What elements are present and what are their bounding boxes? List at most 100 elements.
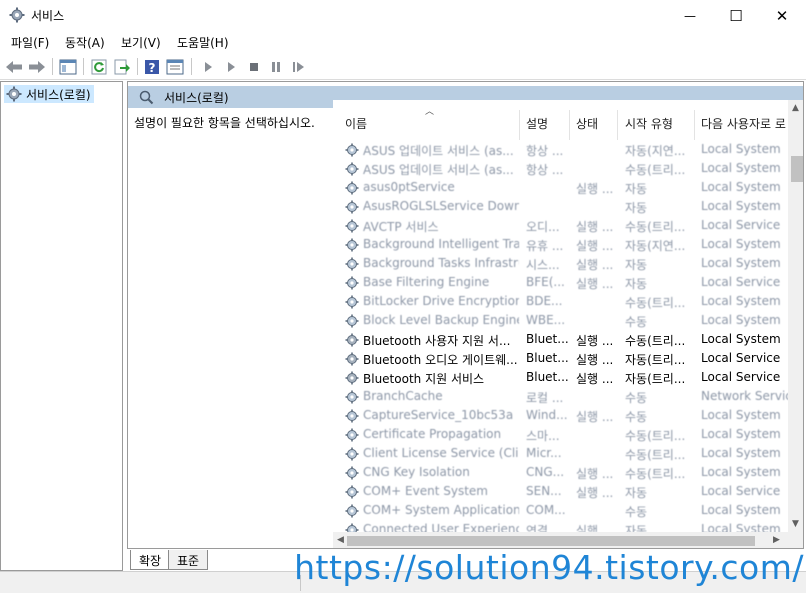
service-row[interactable]: CNG Key Isolation CNG... 실행 ... 수동(트리... Loc… [333,463,783,482]
service-row[interactable]: Bluetooth 사용자 지원 서... Bluet... 실행 ... 수동(트리… [333,330,783,349]
scroll-right-icon[interactable]: ▶ [773,535,780,545]
stop-service-button[interactable] [244,57,264,76]
service-name: ASUS 업데이트 서비스 (as... [363,144,514,158]
service-name: Background Tasks Infrastru... [363,256,519,270]
service-name: Block Level Backup Engine ... [363,313,519,327]
restart-service-icon [293,61,304,72]
service-log-on-as: Local System [701,446,781,460]
service-row[interactable]: Client License Service (Clip... Micr... 수동… [333,444,783,463]
service-log-on-as: Network Service [701,389,791,403]
column-divider[interactable] [569,110,570,140]
service-row[interactable]: Base Filtering Engine BFE(... 실행 ... 자동 Loca… [333,273,783,292]
horizontal-scroll-thumb[interactable] [347,536,755,546]
service-description: WBE... [526,313,566,327]
service-row[interactable]: COM+ Event System SEN... 실행 ... 자동 Local Ser… [333,482,783,501]
column-divider[interactable] [617,110,618,140]
service-row[interactable]: Background Tasks Infrastru... 시스... 실행 ...… [333,254,783,273]
service-row[interactable]: CaptureService_10bc53a Wind... 실행 ... 수동 Loc… [333,406,783,425]
tab-extended[interactable]: 확장 [130,550,171,570]
forward-icon [29,60,45,73]
scroll-up-icon[interactable]: ▲ [792,103,799,113]
service-description: BFE(... [526,275,565,289]
console-tree: 서비스(로컬) [0,81,123,571]
sort-ascending-icon: ︿ [425,107,435,117]
column-header-name[interactable]: 이름 [345,115,367,132]
service-startup-type: 자동 [625,486,648,500]
pause-service-button[interactable] [266,57,286,76]
service-row[interactable]: Certificate Propagation 스마... 수동(트리... Loca… [333,425,783,444]
service-row[interactable]: Background Intelligent Tra... 유휴 ... 실행 ..… [333,235,783,254]
service-gear-icon [345,371,359,385]
properties-button[interactable] [165,57,185,76]
maximize-button[interactable]: ☐ [713,0,759,31]
column-divider[interactable] [694,110,695,140]
service-state: 실행 ... [576,467,614,481]
service-startup-type: 자동 [625,277,648,291]
back-button[interactable] [4,57,24,76]
service-row[interactable]: asus0ptService 실행 ... 자동 Local System [333,178,783,197]
service-state: 실행 ... [576,239,614,253]
service-gear-icon [345,276,359,290]
horizontal-scrollbar[interactable]: ◀ ▶ [333,532,803,548]
start-service-alt-button[interactable] [221,57,241,76]
service-gear-icon [345,219,359,233]
service-row[interactable]: ASUS 업데이트 서비스 (as... 항상 ... 자동(지연... Local … [333,140,783,159]
service-row[interactable]: Block Level Backup Engine ... WBE... 수동 Loc… [333,311,783,330]
service-startup-type: 수동(트리... [625,220,686,234]
column-divider[interactable] [519,110,520,140]
service-row[interactable]: BitLocker Drive Encryption ... BDE... 수동(트… [333,292,783,311]
vertical-scroll-thumb[interactable] [791,156,803,182]
service-row[interactable]: BranchCache 로컬 ... 수동 Network Service [333,387,791,406]
service-description: 항상 ... [526,144,564,158]
service-log-on-as: Local System [701,294,781,308]
minimize-button[interactable]: — [667,0,713,31]
service-startup-type: 수동(트리... [625,467,686,481]
show-hide-console-tree-button[interactable] [58,57,78,76]
column-header-state[interactable]: 상태 [576,115,598,132]
help-button[interactable]: ? [142,57,162,76]
column-header-log-on-as[interactable]: 다음 사용자로 로 [701,115,786,132]
vertical-scrollbar[interactable]: ▲ ▼ [788,100,803,532]
service-row[interactable]: COM+ System Application COM... 수동 Local Sys… [333,501,783,520]
menu-action[interactable]: 동작(A) [65,34,105,51]
service-name: Base Filtering Engine [363,275,490,289]
service-log-on-as: Local System [701,332,781,346]
service-state: 실행 ... [576,353,614,367]
column-header-startup-type[interactable]: 시작 유형 [625,115,673,132]
forward-button[interactable] [27,57,47,76]
scroll-left-icon[interactable]: ◀ [337,535,344,545]
start-service-button[interactable] [198,57,218,76]
title-bar: 서비스 — ☐ ✕ [0,0,806,31]
service-name: COM+ System Application [363,503,519,517]
tree-item-services-local[interactable]: 서비스(로컬) [4,85,94,103]
service-gear-icon [345,238,359,252]
pause-service-icon [272,61,280,72]
service-row[interactable]: Bluetooth 오디오 게이트웨... Bluet... 실행 ... 자동(트리… [333,349,783,368]
services-list[interactable]: ︿ 이름 설명 상태 시작 유형 다음 사용자로 로 ASUS 업데이트 서비스… [333,100,803,548]
service-row[interactable]: AVCTP 서비스 오디... 실행 ... 수동(트리... Local Servic… [333,216,783,235]
service-gear-icon [345,352,359,366]
tab-standard[interactable]: 표준 [168,550,209,570]
menu-view[interactable]: 보기(V) [121,34,161,51]
service-gear-icon [345,257,359,271]
menu-help[interactable]: 도움말(H) [177,34,229,51]
refresh-button[interactable] [89,57,109,76]
service-row[interactable]: ASUS 업데이트 서비스 (as... 항상 ... 수동(트리... Local … [333,159,783,178]
export-list-button[interactable] [112,57,132,76]
service-log-on-as: Local System [701,427,781,441]
service-log-on-as: Local Service [701,351,781,365]
service-row[interactable]: Bluetooth 지원 서비스 Bluet... 실행 ... 자동(트리... Lo… [333,368,783,387]
service-gear-icon [345,390,359,404]
service-state: 실행 ... [576,182,614,196]
service-gear-icon [345,485,359,499]
menu-file[interactable]: 파일(F) [11,34,49,51]
service-log-on-as: Local System [701,465,781,479]
scroll-down-icon[interactable]: ▼ [792,519,799,529]
column-header-description[interactable]: 설명 [526,115,548,132]
close-button[interactable]: ✕ [759,0,805,31]
service-row[interactable]: AsusROGLSLService Downl... 자동 Local System [333,197,783,216]
service-name: Client License Service (Clip... [363,446,519,460]
restart-service-button[interactable] [289,57,309,76]
service-log-on-as: Local System [701,237,781,251]
service-description: 유휴 ... [526,239,564,253]
